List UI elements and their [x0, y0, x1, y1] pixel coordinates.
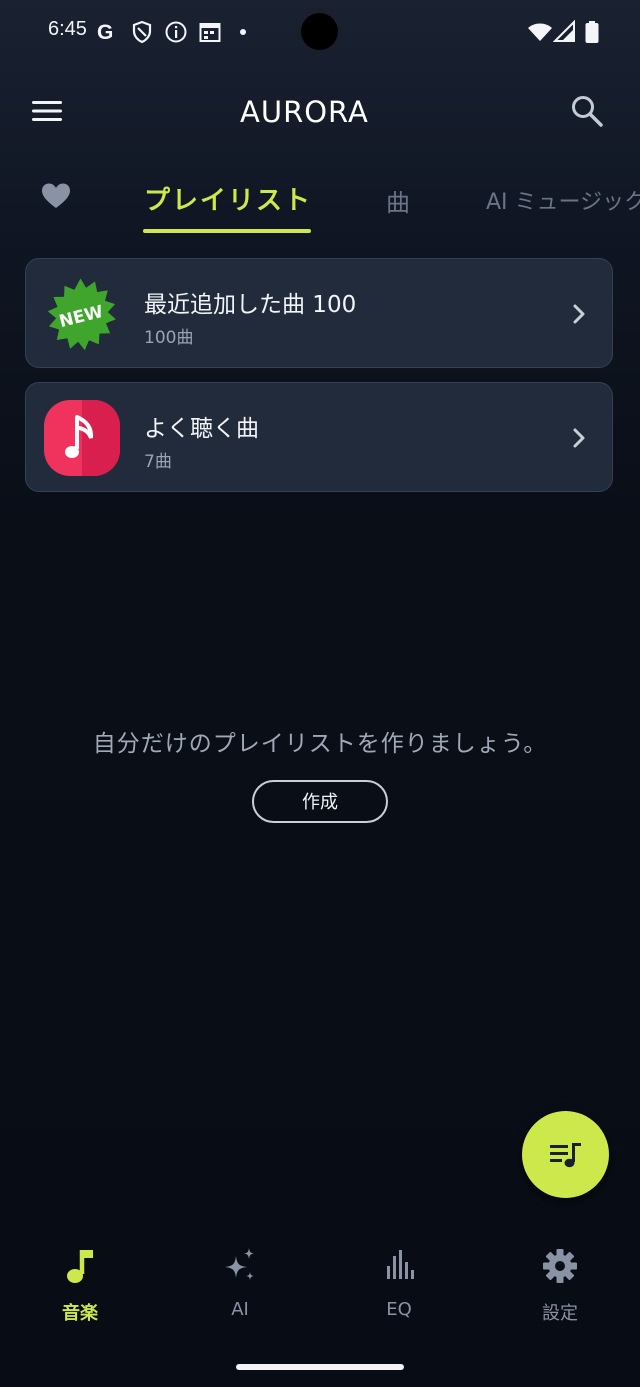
equalizer-icon — [387, 1250, 414, 1279]
playlist-card-recently-added[interactable]: NEW 最近追加した曲 100 100曲 — [25, 258, 613, 368]
sparkle-icon — [225, 1248, 254, 1280]
tab-songs[interactable]: 曲 — [386, 183, 410, 218]
nav-label: EQ — [386, 1299, 412, 1320]
tab-ai-music[interactable]: AI ミュージック — [486, 184, 640, 216]
nav-settings[interactable]: 設定 — [510, 1244, 610, 1334]
nav-label: 設定 — [542, 1303, 578, 1324]
signal-icon — [553, 20, 575, 42]
music-note-app-icon — [44, 400, 120, 476]
gear-icon — [543, 1249, 577, 1283]
tab-favorites-heart-icon[interactable] — [40, 180, 72, 212]
playlist-track-count: 100曲 — [144, 328, 194, 348]
playlist-title: 最近追加した曲 100 — [144, 292, 357, 318]
hamburger-menu-icon[interactable] — [30, 96, 64, 126]
nav-eq[interactable]: EQ — [349, 1244, 449, 1334]
search-icon[interactable] — [568, 92, 606, 130]
nav-label: AI — [231, 1299, 249, 1320]
tab-playlists[interactable]: プレイリスト — [144, 180, 312, 217]
home-indicator[interactable] — [236, 1364, 404, 1370]
active-tab-indicator — [143, 229, 311, 233]
logo-text: AURORA — [240, 95, 369, 128]
chevron-right-icon — [573, 304, 585, 324]
empty-state-message: 自分だけのプレイリストを作りましょう。 — [92, 731, 548, 757]
create-playlist-button[interactable]: 作成 — [252, 780, 388, 823]
nav-music[interactable]: 音楽 — [30, 1244, 130, 1334]
status-bar: 6:45 G — [0, 0, 640, 64]
shield-icon — [132, 20, 152, 44]
playlist-add-fab[interactable] — [522, 1111, 609, 1198]
playlist-card-most-played[interactable]: よく聴く曲 7曲 — [25, 382, 613, 492]
aurora-logo: AURORA — [240, 95, 369, 129]
playlist-title: よく聴く曲 — [144, 416, 259, 442]
google-g-icon: G — [97, 21, 113, 44]
chevron-right-icon — [573, 428, 585, 448]
calendar-icon — [199, 23, 221, 42]
playlist-add-icon — [550, 1143, 581, 1168]
battery-icon — [585, 21, 599, 43]
front-camera — [301, 13, 338, 50]
status-time: 6:45 — [48, 18, 87, 40]
music-note-icon — [67, 1250, 93, 1283]
wifi-icon — [528, 23, 552, 41]
nav-ai[interactable]: AI — [190, 1244, 290, 1334]
nav-label: 音楽 — [62, 1303, 98, 1324]
playlist-track-count: 7曲 — [144, 452, 172, 472]
svg-text:G: G — [97, 21, 113, 44]
app-logo: AURORA — [240, 94, 400, 129]
dot-icon — [240, 29, 246, 35]
info-icon — [165, 21, 187, 43]
new-starburst-icon: NEW — [47, 278, 116, 351]
